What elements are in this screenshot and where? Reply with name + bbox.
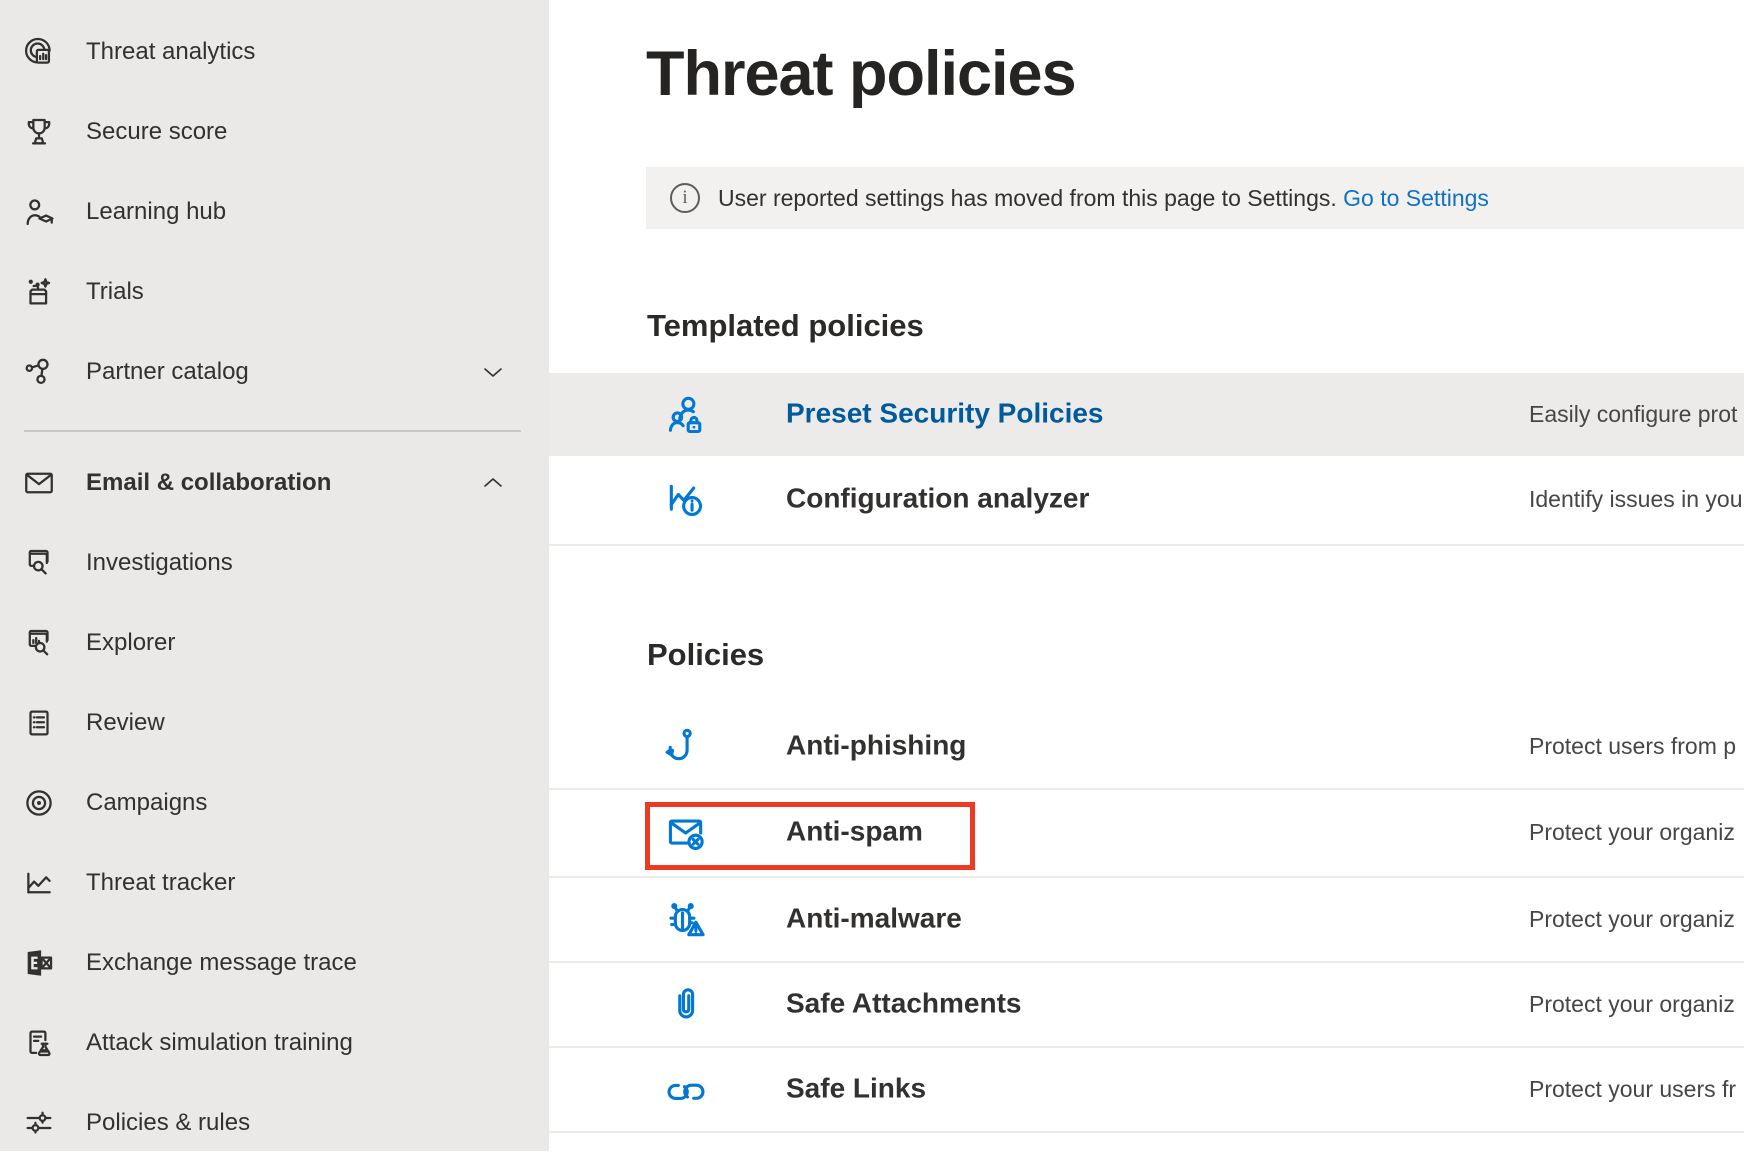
row-label[interactable]: Anti-malware (786, 902, 962, 934)
partner-catalog-icon (22, 355, 56, 389)
row-safe-attachments[interactable]: Safe Attachments Protect your organiz (549, 963, 1744, 1048)
threat-tracker-icon (22, 866, 56, 900)
trials-icon (22, 275, 56, 309)
chevron-down-icon[interactable] (478, 359, 508, 385)
threat-analytics-icon (22, 35, 56, 69)
section-heading-policies: Policies (647, 637, 764, 673)
sidebar-item-secure-score[interactable]: Secure score (0, 92, 549, 172)
sidebar-item-explorer[interactable]: Explorer (0, 603, 549, 683)
attack-simulation-icon (22, 1026, 56, 1060)
row-description: Easily configure prot (1529, 400, 1737, 427)
sidebar-item-label: Email & collaboration (86, 469, 331, 497)
preset-security-policies-icon (664, 393, 708, 437)
configuration-analyzer-icon (664, 478, 708, 522)
anti-phishing-icon (664, 725, 708, 769)
row-description: Protect users from p (1529, 732, 1736, 759)
banner-text: User reported settings has moved from th… (718, 185, 1489, 212)
sidebar-item-exchange-message-trace[interactable]: Exchange message trace (0, 923, 549, 1003)
page-title: Threat policies (646, 38, 1076, 110)
safe-links-icon (664, 1068, 708, 1112)
row-preset-security-policies[interactable]: Preset Security Policies Easily configur… (549, 373, 1744, 456)
sidebar-divider (24, 430, 521, 432)
row-description: Protect your users fr (1529, 1075, 1736, 1102)
go-to-settings-link[interactable]: Go to Settings (1343, 185, 1489, 211)
row-anti-malware[interactable]: Anti-malware Protect your organiz (549, 878, 1744, 963)
review-icon (22, 706, 56, 740)
email-collaboration-icon (22, 466, 56, 500)
row-label[interactable]: Configuration analyzer (786, 483, 1089, 515)
anti-malware-icon (664, 898, 708, 942)
anti-spam-icon (664, 811, 708, 855)
sidebar-item-label: Policies & rules (86, 1109, 250, 1137)
row-label[interactable]: Anti-spam (786, 816, 923, 848)
info-icon: i (670, 183, 700, 213)
row-anti-phishing[interactable]: Anti-phishing Protect users from p (549, 705, 1744, 790)
row-safe-links[interactable]: Safe Links Protect your users fr (549, 1048, 1744, 1133)
sidebar-item-email-collaboration[interactable]: Email & collaboration (0, 443, 549, 523)
sidebar-item-label: Trials (86, 278, 144, 306)
info-banner: i User reported settings has moved from … (646, 167, 1744, 229)
sidebar-item-review[interactable]: Review (0, 683, 549, 763)
secure-score-icon (22, 115, 56, 149)
sidebar-item-learning-hub[interactable]: Learning hub (0, 172, 549, 252)
row-label[interactable]: Preset Security Policies (786, 397, 1104, 429)
sidebar-item-label: Threat analytics (86, 38, 255, 66)
chevron-up-icon[interactable] (478, 470, 508, 496)
policies-rules-icon (22, 1106, 56, 1140)
sidebar-item-campaigns[interactable]: Campaigns (0, 763, 549, 843)
sidebar-item-policies-rules[interactable]: Policies & rules (0, 1083, 549, 1163)
sidebar-item-label: Learning hub (86, 198, 226, 226)
sidebar-item-label: Investigations (86, 549, 233, 577)
exchange-message-trace-icon (22, 946, 56, 980)
main-content: Threat policies i User reported settings… (549, 0, 1744, 1151)
section-heading-templated-policies: Templated policies (647, 308, 924, 344)
sidebar-item-label: Attack simulation training (86, 1029, 353, 1057)
sidebar-item-trials[interactable]: Trials (0, 252, 549, 332)
sidebar-item-threat-analytics[interactable]: Threat analytics (0, 12, 549, 92)
sidebar-item-label: Secure score (86, 118, 227, 146)
sidebar-item-partner-catalog[interactable]: Partner catalog (0, 332, 549, 412)
sidebar-item-label: Threat tracker (86, 869, 235, 897)
sidebar-item-attack-simulation-training[interactable]: Attack simulation training (0, 1003, 549, 1083)
sidebar-item-investigations[interactable]: Investigations (0, 523, 549, 603)
sidebar-item-label: Partner catalog (86, 358, 249, 386)
investigations-icon (22, 546, 56, 580)
row-label[interactable]: Anti-phishing (786, 729, 966, 761)
row-description: Identify issues in you (1529, 486, 1743, 513)
row-configuration-analyzer[interactable]: Configuration analyzer Identify issues i… (549, 456, 1744, 546)
sidebar-item-threat-tracker[interactable]: Threat tracker (0, 843, 549, 923)
row-label[interactable]: Safe Links (786, 1072, 926, 1104)
row-description: Protect your organiz (1529, 905, 1735, 932)
row-description: Protect your organiz (1529, 990, 1735, 1017)
row-label[interactable]: Safe Attachments (786, 987, 1021, 1019)
sidebar-item-label: Review (86, 709, 165, 737)
row-anti-spam[interactable]: Anti-spam Protect your organiz (549, 790, 1744, 878)
campaigns-icon (22, 786, 56, 820)
safe-attachments-icon (664, 983, 708, 1027)
sidebar-item-label: Explorer (86, 629, 175, 657)
row-description: Protect your organiz (1529, 819, 1735, 846)
explorer-icon (22, 626, 56, 660)
learning-hub-icon (22, 195, 56, 229)
sidebar-item-label: Exchange message trace (86, 949, 357, 977)
sidebar: Threat analytics Secure score Learning h… (0, 0, 549, 1151)
sidebar-item-label: Campaigns (86, 789, 207, 817)
